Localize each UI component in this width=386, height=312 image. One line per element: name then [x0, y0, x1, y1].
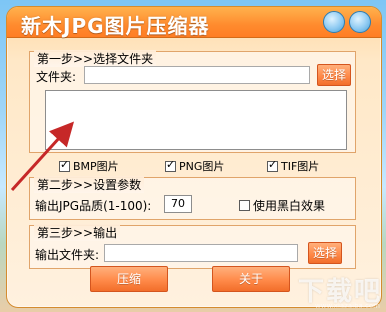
tif-checkbox[interactable]: TIF图片 [267, 158, 319, 174]
tif-checkbox-label: TIF图片 [281, 160, 320, 173]
checkbox-icon [267, 159, 278, 172]
minimize-button[interactable] [323, 11, 345, 33]
bw-checkbox-label: 使用黑白效果 [253, 199, 326, 213]
step3-group: 第三步>>输出 输出文件夹: 选择 [29, 224, 356, 269]
compress-button[interactable]: 压缩 [90, 266, 168, 292]
watermark-url: www.xiazaiba.com [315, 302, 380, 310]
file-list-area[interactable] [45, 90, 347, 150]
checkbox-icon [239, 200, 250, 211]
checkbox-icon [165, 159, 176, 172]
bmp-checkbox[interactable]: BMP图片 [59, 158, 119, 174]
close-button[interactable] [349, 11, 371, 33]
checkbox-icon [59, 159, 70, 172]
step1-label: 第一步>>选择文件夹 [34, 50, 157, 67]
folder-label: 文件夹: [36, 70, 77, 84]
output-folder-input[interactable] [104, 244, 298, 262]
folder-input[interactable] [84, 66, 310, 84]
about-button[interactable]: 关于 [212, 266, 290, 292]
png-checkbox-label: PNG图片 [179, 160, 225, 173]
bmp-checkbox-label: BMP图片 [73, 160, 119, 173]
folder-browse-button[interactable]: 选择 [317, 64, 351, 86]
bw-checkbox[interactable]: 使用黑白效果 [239, 197, 325, 214]
app-window: 新木JPG图片压缩器 第一步>>选择文件夹 文件夹: 选择 BMP图片 PNG图… [6, 6, 382, 308]
step3-label: 第三步>>输出 [34, 224, 121, 241]
step2-group: 第二步>>设置参数 输出JPG品质(1-100): 70 使用黑白效果 [29, 176, 356, 220]
output-folder-label: 输出文件夹: [35, 248, 100, 262]
step1-group: 第一步>>选择文件夹 文件夹: 选择 BMP图片 PNG图片 TIF图片 [29, 50, 356, 173]
quality-label: 输出JPG品质(1-100): [35, 199, 152, 213]
window-title: 新木JPG图片压缩器 [21, 14, 210, 38]
output-browse-button[interactable]: 选择 [308, 242, 342, 264]
step2-label: 第二步>>设置参数 [34, 176, 145, 193]
png-checkbox[interactable]: PNG图片 [165, 158, 224, 174]
quality-input[interactable]: 70 [164, 195, 192, 213]
title-bar[interactable]: 新木JPG图片压缩器 [7, 7, 381, 38]
